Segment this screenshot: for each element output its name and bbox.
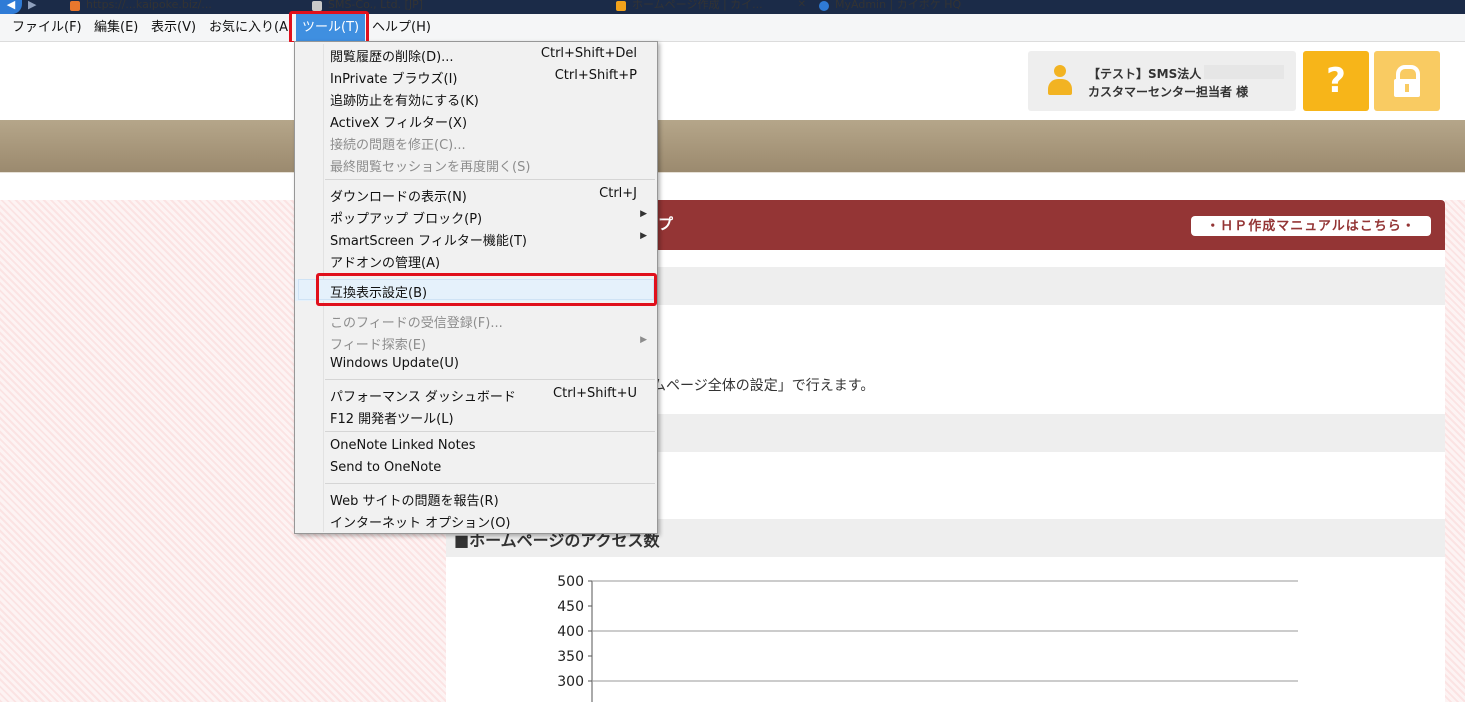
menu-item-manage-addons[interactable]: アドオンの管理(A) [295,249,657,271]
menu-item-compatibility-view[interactable]: 互換表示設定(B) [295,279,657,301]
browser-tab-strip: ◀ ▶ https://...kaipoke.biz/... SMS-Co., … [0,0,1465,14]
menu-help[interactable]: ヘルプ(H) [372,14,431,41]
forward-arrow-icon[interactable]: ▶ [28,0,36,11]
menu-separator [325,275,655,276]
site-header: 【テスト】SMS法人 カスタマーセンター担当者 様 ? [0,42,1465,120]
menu-item-report-website-problem[interactable]: Web サイトの問題を報告(R) [295,487,657,509]
menu-tools[interactable]: ツール(T) [296,14,366,41]
sub-nav-band [0,172,1465,201]
browser-menu-bar: ファイル(F) 編集(E) 表示(V) お気に入り(A) ツール(T) ヘルプ(… [0,14,1465,42]
menu-item-label: このフィードの受信登録(F)... [330,316,503,331]
menu-separator [325,431,655,432]
menu-item-feed-discovery: フィード探索(E) ▶ [295,331,657,353]
menu-item-label: 追跡防止を有効にする(K) [330,94,479,109]
tab-title: https://...kaipoke.biz/... [86,0,212,11]
menu-item-label: 互換表示設定(B) [330,286,428,301]
chart-y-tick-label: 350 [557,649,584,665]
back-arrow-icon[interactable]: ◀ [0,0,22,14]
user-info-box: 【テスト】SMS法人 カスタマーセンター担当者 様 [1028,51,1296,111]
question-icon: ? [1326,61,1346,101]
menu-item-label: 接続の問題を修正(C)... [330,138,466,153]
browser-tab[interactable]: https://...kaipoke.biz/... [66,0,306,12]
chart-y-tick-label: 500 [557,574,584,590]
hp-manual-button[interactable]: ・ＨＰ作成マニュアルはこちら・ [1191,216,1431,236]
browser-tab[interactable]: SMS-Co., Ltd. [JP] [308,0,608,12]
menu-item-label: Send to OneNote [330,460,442,475]
menu-item-label: OneNote Linked Notes [330,438,476,453]
settings-hint-text: ムページ全体の設定」で行えます。 [652,378,875,394]
site-favicon-icon [312,1,322,11]
menu-item-internet-options[interactable]: インターネット オプション(O) [295,509,657,531]
menu-item-shortcut: Ctrl+J [599,186,637,201]
chart-y-tick-label: 400 [557,624,584,640]
user-avatar-icon [1046,65,1074,97]
logout-button[interactable] [1374,51,1440,111]
menu-edit[interactable]: 編集(E) [94,14,138,41]
browser-tab-active[interactable]: ホームページ作成 | カイ... ✕ [612,0,812,12]
help-button[interactable]: ? [1303,51,1369,111]
tab-title: ホームページ作成 | カイ... [632,0,763,11]
menu-item-label: InPrivate ブラウズ(I) [330,72,458,87]
menu-item-label: ポップアップ ブロック(P) [330,212,483,227]
menu-item-windows-update[interactable]: Windows Update(U) [295,353,657,375]
submenu-arrow-icon: ▶ [640,209,647,219]
tools-dropdown-menu: 閲覧履歴の削除(D)... Ctrl+Shift+Del InPrivate ブ… [294,41,658,534]
menu-item-shortcut: Ctrl+Shift+Del [540,46,637,61]
tab-title: MyAdmin | カイポケ HQ [835,0,962,11]
menu-item-activex-filter[interactable]: ActiveX フィルター(X) [295,109,657,131]
menu-item-view-downloads[interactable]: ダウンロードの表示(N) Ctrl+J [295,183,657,205]
tab-title: SMS-Co., Ltd. [JP] [328,0,424,11]
menu-item-reopen-session: 最終閲覧セッションを再度開く(S) [295,153,657,175]
panel-title: プ [658,215,674,233]
access-count-chart: 500 450 400 350 300 [540,570,1310,702]
menu-item-label: F12 開発者ツール(L) [330,412,454,427]
submenu-arrow-icon: ▶ [640,335,647,345]
menu-item-label: 閲覧履歴の削除(D)... [330,50,454,65]
user-org-name: 【テスト】SMS法人 [1088,67,1202,81]
menu-item-label: Windows Update(U) [330,356,459,371]
menu-item-label: ダウンロードの表示(N) [330,190,467,205]
chart-svg: 500 450 400 350 300 [557,574,1298,702]
redacted-area [1204,65,1284,79]
menu-item-label: パフォーマンス ダッシュボード [330,390,516,405]
menu-view[interactable]: 表示(V) [151,14,196,41]
menu-item-label: フィード探索(E) [330,338,427,353]
menu-separator [325,305,655,306]
menu-separator [325,379,655,380]
menu-item-label: Web サイトの問題を報告(R) [330,494,499,509]
menu-file[interactable]: ファイル(F) [12,14,82,41]
global-nav-band [0,120,1465,172]
chart-y-tick-label: 300 [557,674,584,690]
menu-item-send-to-onenote[interactable]: Send to OneNote [295,457,657,479]
menu-item-popup-blocker[interactable]: ポップアップ ブロック(P) ▶ [295,205,657,227]
close-tab-icon[interactable]: ✕ [798,0,806,12]
menu-item-shortcut: Ctrl+Shift+P [554,68,637,83]
browser-nav-buttons: ◀ ▶ [0,0,58,14]
menu-separator [325,179,655,180]
menu-item-label: ActiveX フィルター(X) [330,116,468,131]
menu-item-f12-devtools[interactable]: F12 開発者ツール(L) [295,405,657,427]
submenu-arrow-icon: ▶ [640,231,647,241]
menu-item-subscribe-feed: このフィードの受信登録(F)... [295,309,657,331]
chart-y-tick-label: 450 [557,599,584,615]
menu-favorites[interactable]: お気に入り(A) [209,14,293,41]
site-favicon-icon [70,1,80,11]
menu-item-performance-dashboard[interactable]: パフォーマンス ダッシュボード Ctrl+Shift+U [295,383,657,405]
menu-item-fix-connection: 接続の問題を修正(C)... [295,131,657,153]
browser-tab[interactable]: MyAdmin | カイポケ HQ [815,0,1037,12]
menu-item-label: 最終閲覧セッションを再度開く(S) [330,160,531,175]
menu-item-label: インターネット オプション(O) [330,516,511,531]
user-role-name: カスタマーセンター担当者 様 [1088,85,1249,99]
menu-item-inprivate[interactable]: InPrivate ブラウズ(I) Ctrl+Shift+P [295,65,657,87]
menu-item-delete-history[interactable]: 閲覧履歴の削除(D)... Ctrl+Shift+Del [295,43,657,65]
menu-item-shortcut: Ctrl+Shift+U [553,386,637,401]
menu-item-label: SmartScreen フィルター機能(T) [330,234,527,249]
menu-item-onenote-linked-notes[interactable]: OneNote Linked Notes [295,435,657,457]
menu-item-smartscreen[interactable]: SmartScreen フィルター機能(T) ▶ [295,227,657,249]
site-favicon-icon [616,1,626,11]
menu-separator [325,483,655,484]
site-favicon-icon [819,1,829,11]
menu-item-label: アドオンの管理(A) [330,256,441,271]
menu-item-tracking-protection[interactable]: 追跡防止を有効にする(K) [295,87,657,109]
